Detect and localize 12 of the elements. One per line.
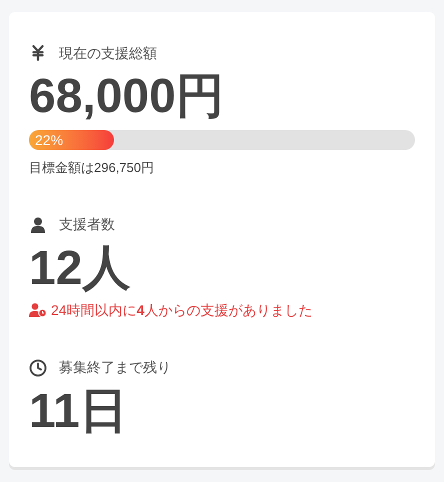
recent-supporters-note: 24時間以内に4人からの支援がありました <box>51 300 312 320</box>
goal-text: 目標金額は296,750円 <box>29 159 154 177</box>
section-label: 現在の支援総額 <box>59 44 157 62</box>
clock-icon <box>29 358 47 376</box>
user-icon <box>31 216 45 232</box>
section-label: 募集終了まで残り <box>59 358 171 377</box>
user-clock-icon <box>29 303 47 317</box>
stat-value: 68,000円 <box>29 69 224 125</box>
stat-value: 11日 <box>29 384 128 440</box>
stat-value: 12人 <box>29 240 130 296</box>
progress-percent: 22% <box>35 133 64 147</box>
section-label: 支援者数 <box>59 215 115 234</box>
